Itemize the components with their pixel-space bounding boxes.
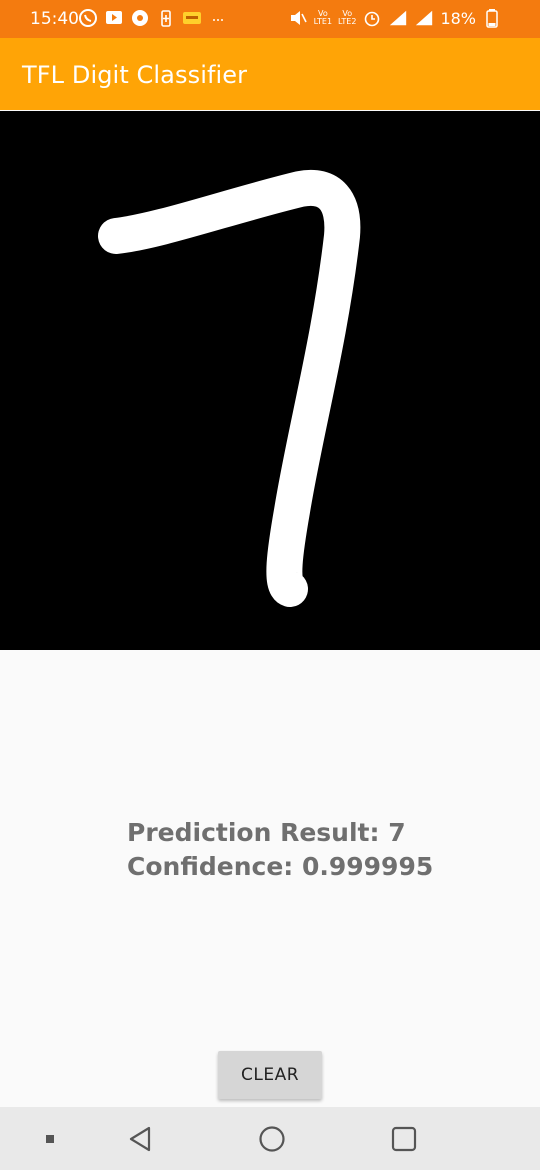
- settings-app-icon: [130, 8, 150, 28]
- prediction-result: Prediction Result: 7: [127, 818, 406, 847]
- recents-icon[interactable]: [382, 1107, 426, 1170]
- back-icon[interactable]: [118, 1107, 162, 1170]
- app-notification-icon: [182, 8, 202, 28]
- volte-1-bottom: LTE1: [313, 17, 333, 26]
- result-block: Prediction Result: 7 Confidence: 0.99999…: [127, 816, 433, 884]
- app-screen: 15:40 Vo LTE1 Vo LTE2 18% TFL Digit Clas…: [0, 0, 540, 1170]
- drawing-canvas[interactable]: [0, 111, 540, 650]
- status-time: 15:40: [30, 9, 79, 29]
- confidence-value: Confidence: 0.999995: [127, 852, 434, 881]
- whatsapp-icon: [78, 8, 98, 28]
- signal-sim2-icon: [414, 8, 434, 28]
- volte-2-indicator: Vo LTE2: [338, 10, 356, 26]
- signal-sim1-icon: [388, 8, 408, 28]
- clear-button[interactable]: CLEAR: [218, 1051, 322, 1099]
- notification-icons: [78, 8, 228, 28]
- menu-dot-icon[interactable]: [30, 1107, 70, 1170]
- battery-icon: [482, 8, 502, 28]
- navigation-bar: [0, 1107, 540, 1170]
- video-app-icon: [104, 8, 124, 28]
- mute-icon: [288, 8, 308, 28]
- alarm-icon: [362, 8, 382, 28]
- drawn-digit-stroke: [98, 169, 361, 607]
- system-status-icons: Vo LTE1 Vo LTE2 18%: [288, 8, 502, 28]
- volte-1-indicator: Vo LTE1: [314, 10, 332, 26]
- home-icon[interactable]: [250, 1107, 294, 1170]
- more-notifications-icon: [208, 8, 228, 28]
- app-bar: TFL Digit Classifier: [0, 38, 540, 110]
- status-bar: 15:40 Vo LTE1 Vo LTE2 18%: [0, 0, 540, 38]
- app-title: TFL Digit Classifier: [22, 61, 248, 89]
- volte-2-bottom: LTE2: [338, 17, 357, 26]
- battery-saver-icon: [156, 8, 176, 28]
- battery-percent: 18%: [440, 8, 476, 28]
